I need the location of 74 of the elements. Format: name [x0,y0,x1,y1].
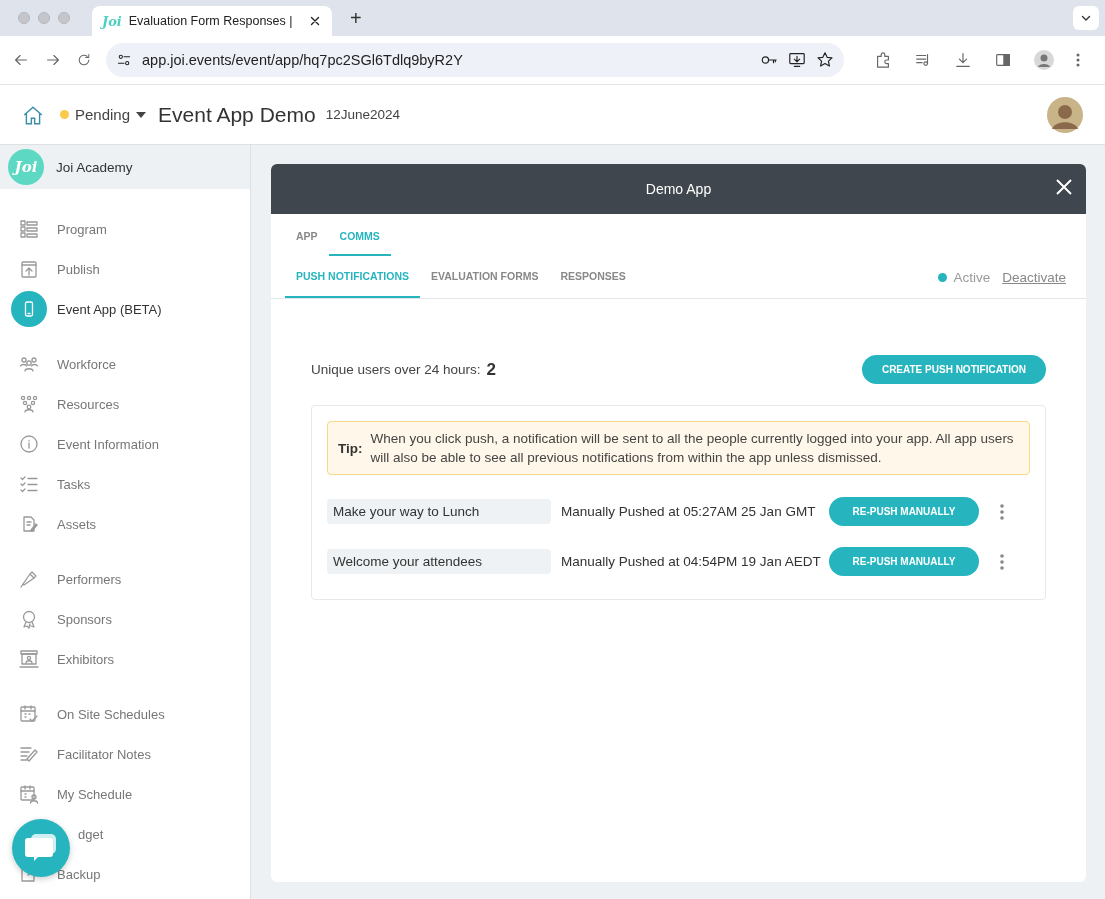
dialog-title: Demo App [645,181,712,197]
notification-title: Make your way to Lunch [327,499,551,524]
download-icon [954,51,972,69]
re-push-button[interactable]: RE-PUSH MANUALLY [829,547,979,576]
tab[interactable]: EVALUATION FORMS [420,270,550,298]
sidebar-item[interactable]: Event Information [0,424,250,464]
close-button[interactable] [1056,179,1072,195]
upload-icon [19,259,39,279]
site-settings-icon [116,52,132,68]
event-date: 12June2024 [325,107,400,122]
re-push-button[interactable]: RE-PUSH MANUALLY [829,497,979,526]
sidebar-item[interactable]: Performers [0,559,250,599]
new-tab-button[interactable]: + [346,6,366,30]
sidebar-item[interactable]: Workforce [0,344,250,384]
list-icon [19,219,39,239]
checklist-icon [19,474,39,494]
group-icon [19,394,39,414]
status-dot [938,273,948,282]
user-avatar[interactable] [1047,96,1083,133]
sidebar-item[interactable]: Tasks [0,464,250,504]
logo: Joi [8,149,44,185]
tip-text: When you click push, a notification will be sent to all the people currently logged into your app. All app users will also be able to see all previous notifications from within the app unless dismissed. [370,430,1015,467]
pushed-time: Manually Pushed at 05:27AM 25 Jan GMT [561,504,817,519]
sidebar-item[interactable]: Facilitator Notes [0,734,250,774]
browser-tab[interactable]: Joi Evaluation Form Responses | [92,6,332,36]
sidebar-item[interactable]: Program [0,209,250,249]
organization-name: Joi Academy [56,159,133,175]
sidebar-item[interactable]: dget [0,814,250,854]
sidebar-item[interactable]: On Site Schedules [0,694,250,734]
more-options-button[interactable] [999,502,1005,521]
sidebar-item[interactable]: Assets [0,504,250,544]
close-icon [308,14,322,28]
tab[interactable]: PUSH NOTIFICATIONS [285,270,420,298]
pushed-time: Manually Pushed at 04:54PM 19 Jan AEDT [561,554,822,569]
star-icon [816,51,834,69]
chat-icon [24,832,58,864]
event-title: Event App Demo [158,102,316,127]
sidebar-item[interactable]: Publish [0,249,250,289]
extension-icon [874,51,892,69]
status-dropdown[interactable]: Pending [60,106,147,123]
tip-label: Tip: [338,440,363,456]
profile-avatar[interactable] [1034,50,1054,70]
tab-search-button[interactable] [1073,6,1099,30]
calendar-person-icon [19,784,39,804]
reload-icon [76,52,92,68]
status-label: Active [953,270,991,285]
unique-users-label: Unique users over 24 hours: [311,362,481,377]
caret-icon [136,110,147,119]
install-icon [788,51,806,69]
create-push-notification-button[interactable]: CREATE PUSH NOTIFICATION [861,355,1046,384]
unique-users-count: 2 [486,359,497,380]
sidebar-item[interactable]: Exhibitors [0,639,250,679]
tab[interactable]: COMMS [328,230,391,256]
people-icon [19,354,39,374]
sidebar-item[interactable]: Sponsors [0,599,250,639]
deactivate-link[interactable]: Deactivate [1002,270,1066,285]
booth-icon [19,649,39,669]
address-bar[interactable]: app.joi.events/event/app/hq7pc2SGl6Tdlq9byR2Y [106,43,844,77]
notification-title: Welcome your attendees [327,549,551,574]
info-icon [19,434,39,454]
sidebar-item[interactable]: Resources [0,384,250,424]
sidebar-item[interactable]: My Schedule [0,774,250,814]
side-panel-icon [994,51,1012,69]
favicon: Joi [102,13,122,29]
sidebar-item[interactable]: Event App (BETA) [0,289,250,329]
more-options-button[interactable] [999,552,1005,571]
tab-title: Evaluation Form Responses | [128,14,294,28]
menu-icon[interactable] [1076,53,1080,67]
organization-header[interactable]: Joi Joi Academy [0,145,250,189]
notes-icon [19,744,39,764]
tab[interactable]: RESPONSES [549,270,637,298]
url-text: app.joi.events/event/app/hq7pc2SGl6Tdlq9byR2Y [142,52,464,68]
calendar-check-icon [19,704,39,724]
tab[interactable]: APP [285,230,329,256]
